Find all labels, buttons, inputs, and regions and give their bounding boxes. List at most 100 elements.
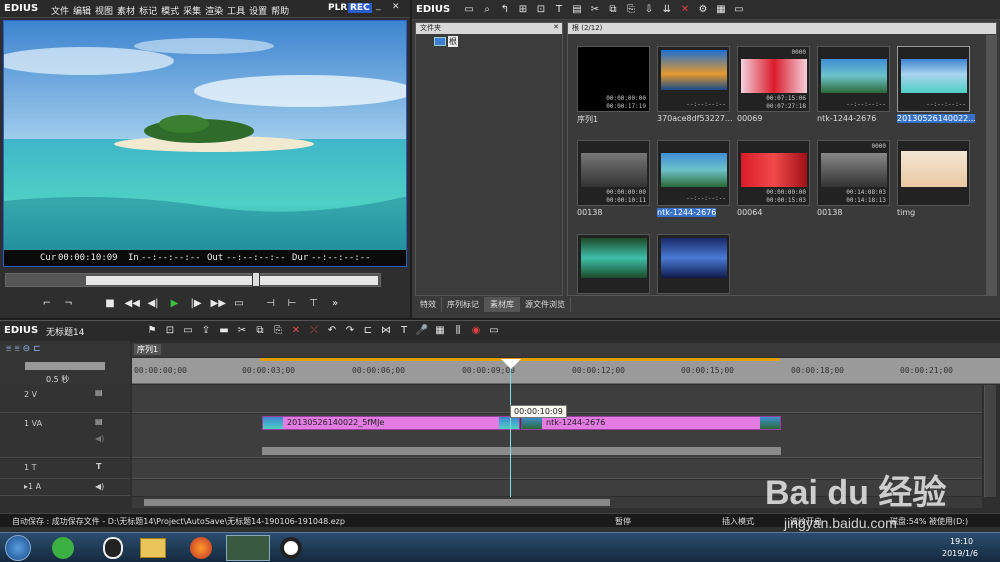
- mixer-icon[interactable]: ▦: [433, 324, 447, 337]
- clip-thumb-00064[interactable]: 00:00:00:00 00:00:15:03 00064: [737, 140, 812, 224]
- add-to-timeline-icon[interactable]: ⇊: [660, 3, 674, 16]
- layout-icon[interactable]: ▭: [487, 324, 501, 337]
- rec-toggle[interactable]: REC: [348, 3, 372, 13]
- zoom-slider[interactable]: [25, 362, 105, 370]
- set-out-icon[interactable]: ¬: [62, 297, 76, 310]
- playhead-handle-icon[interactable]: [501, 359, 521, 369]
- step-back-icon[interactable]: ◀|: [146, 297, 160, 310]
- search-icon[interactable]: ⌕: [480, 3, 494, 16]
- paste-icon[interactable]: ⎘: [624, 3, 638, 16]
- loop-icon[interactable]: ▭: [232, 297, 246, 310]
- track-head-1va[interactable]: 1 VA ▤ ◀): [0, 414, 130, 458]
- add-sequence-icon[interactable]: ⊡: [534, 3, 548, 16]
- menu-render[interactable]: 渲染: [205, 4, 223, 17]
- view-mode-icon[interactable]: ▦: [714, 3, 728, 16]
- tab-source-browser[interactable]: 源文件浏览: [520, 297, 571, 312]
- timeline-clip-island[interactable]: 20130526140022_5fMJe: [262, 416, 520, 430]
- green-app-icon[interactable]: [52, 537, 74, 559]
- clip-thumb-sequence1[interactable]: 00:00:00:00 00:00:17:19 序列1: [577, 46, 652, 130]
- track-head-2v[interactable]: 2 V ▤: [0, 385, 130, 413]
- ripple-mode[interactable]: 波纹开启: [790, 516, 822, 527]
- properties-icon[interactable]: ⚙: [696, 3, 710, 16]
- close-icon[interactable]: ✕: [392, 2, 400, 12]
- explorer-icon[interactable]: [140, 538, 166, 558]
- tab-effects[interactable]: 特效: [415, 297, 442, 312]
- menu-mode[interactable]: 模式: [161, 4, 179, 17]
- copy-icon[interactable]: ⧉: [606, 3, 620, 16]
- play-icon[interactable]: ▶: [168, 297, 182, 310]
- timeline-v-scrollbar[interactable]: [984, 385, 996, 497]
- ripple-delete-icon[interactable]: ⤬: [307, 324, 321, 337]
- timeline-clip-ntk[interactable]: ntk-1244-2676: [521, 416, 781, 430]
- menu-settings[interactable]: 设置: [249, 4, 267, 17]
- menu-edit[interactable]: 编辑: [73, 4, 91, 17]
- clip-thumb-00138-a[interactable]: 00:00:00:00 00:00:10:11 00138: [577, 140, 652, 224]
- bin-scrollbar[interactable]: [986, 35, 996, 295]
- cut-icon[interactable]: ✂: [588, 3, 602, 16]
- fast-forward-icon[interactable]: ▶▶: [211, 297, 226, 310]
- speaker-icon[interactable]: ◀): [95, 482, 104, 491]
- export-icon[interactable]: ⇪: [199, 324, 213, 337]
- video-track-icon[interactable]: ▤: [95, 417, 103, 426]
- redo-icon[interactable]: ↷: [343, 324, 357, 337]
- menu-capture[interactable]: 采集: [183, 4, 201, 17]
- save-icon[interactable]: ▬: [217, 324, 231, 337]
- firefox-icon[interactable]: [190, 537, 212, 559]
- track-lane-1t[interactable]: [132, 459, 982, 479]
- menu-help[interactable]: 帮助: [271, 4, 289, 17]
- track-head-1t[interactable]: 1 T T: [0, 459, 130, 479]
- time-ruler[interactable]: 00:00:00;00 00:00:03;00 00:00:06;00 00:0…: [132, 358, 1000, 384]
- render-icon[interactable]: ◉: [469, 324, 483, 337]
- send-to-player-icon[interactable]: ⇩: [642, 3, 656, 16]
- add-title-icon[interactable]: T: [397, 324, 411, 337]
- open-project-icon[interactable]: ⊡: [163, 324, 177, 337]
- title-track-icon[interactable]: T: [96, 462, 101, 471]
- tab-sequence-markers[interactable]: 序列标记: [442, 297, 485, 312]
- menu-file[interactable]: 文件: [51, 4, 69, 17]
- start-button[interactable]: [5, 535, 31, 561]
- tray-clock-time[interactable]: 19:10: [950, 537, 973, 546]
- zoom-level[interactable]: 0.5 秒: [46, 374, 69, 385]
- qq-icon[interactable]: [103, 537, 123, 559]
- plr-toggle[interactable]: PLR: [328, 3, 347, 13]
- folder-panel-close-icon[interactable]: ✕: [553, 23, 559, 31]
- insert-to-timeline-icon[interactable]: ⊣: [264, 297, 278, 310]
- more-icon[interactable]: »: [328, 297, 342, 310]
- playhead-slider[interactable]: [252, 272, 260, 287]
- video-track-icon[interactable]: ▤: [95, 388, 103, 397]
- clip-thumb-ntk-2[interactable]: --:--:--:-- ntk-1244-2676: [657, 140, 732, 224]
- menu-tools[interactable]: 工具: [227, 4, 245, 17]
- delete-icon[interactable]: ✕: [678, 3, 692, 16]
- paste-icon[interactable]: ⎘: [271, 324, 285, 337]
- mic-icon[interactable]: 🎤: [415, 324, 429, 337]
- edius-taskbar-icon[interactable]: [226, 535, 270, 561]
- tab-asset-bin[interactable]: 素材库: [485, 297, 520, 312]
- set-in-icon[interactable]: ⌐: [40, 297, 54, 310]
- clip-thumb-20130526[interactable]: --:--:--:-- 20130526140022...: [897, 46, 975, 130]
- timeline-playhead[interactable]: [510, 359, 511, 497]
- clip-thumb-ntk-1[interactable]: --:--:--:-- ntk-1244-2676: [817, 46, 892, 130]
- track-lane-1a[interactable]: [132, 480, 982, 496]
- add-clip-icon[interactable]: ⊞: [516, 3, 530, 16]
- tray-clock-date[interactable]: 2019/1/6: [942, 549, 978, 558]
- clip-thumb-00138-b[interactable]: 0000 00:14:08:03 00:14:18:13 00138: [817, 140, 892, 224]
- audio-levels-icon[interactable]: ⫼: [451, 324, 465, 337]
- clip-thumb-timg[interactable]: timg: [897, 140, 972, 224]
- step-forward-icon[interactable]: |▶: [189, 297, 203, 310]
- new-sequence-icon[interactable]: ⚑: [145, 324, 159, 337]
- track-mode-icons[interactable]: ⩸ ⩸ ⊖ ⊏: [6, 344, 41, 354]
- window-icon[interactable]: ▭: [732, 3, 746, 16]
- menu-view[interactable]: 视图: [95, 4, 113, 17]
- match-frame-icon[interactable]: ⊤: [307, 297, 321, 310]
- audio-waveform-bar[interactable]: [262, 447, 781, 455]
- folder-root[interactable]: 根: [448, 36, 458, 47]
- clip-thumb-night[interactable]: [657, 234, 732, 318]
- cut-icon[interactable]: ✂: [235, 324, 249, 337]
- color-bar-icon[interactable]: ▤: [570, 3, 584, 16]
- clip-thumb-forest[interactable]: [577, 234, 652, 318]
- rewind-icon[interactable]: ◀◀: [125, 297, 140, 310]
- menu-marker[interactable]: 标记: [139, 4, 157, 17]
- clip-thumb-370ace[interactable]: --:--:--:-- 370ace8df53227...: [657, 46, 733, 130]
- add-transition-icon[interactable]: ⊏: [361, 324, 375, 337]
- stop-icon[interactable]: ■: [103, 297, 117, 310]
